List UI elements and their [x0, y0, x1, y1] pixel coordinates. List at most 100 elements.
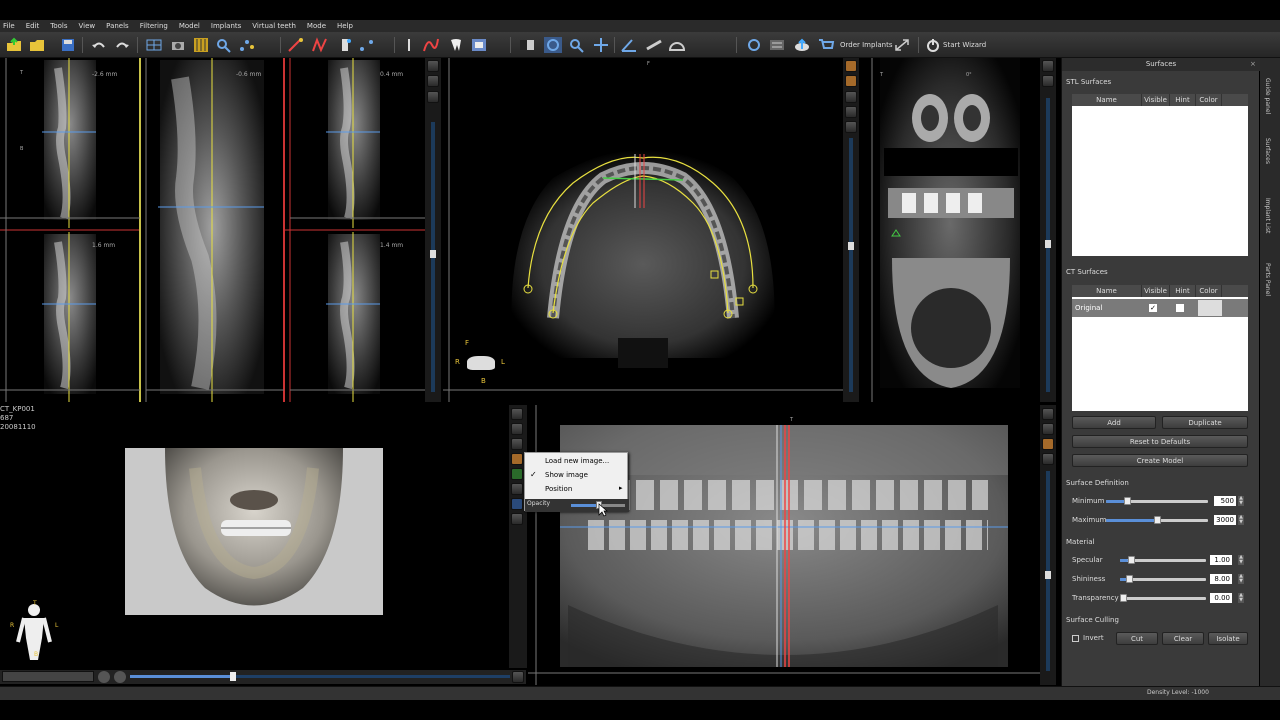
shininess-input[interactable]: 8.00 — [1210, 574, 1232, 584]
tooth-icon[interactable] — [447, 37, 465, 53]
create-model-button[interactable]: Create Model — [1072, 454, 1248, 467]
coronal-scrollbar[interactable] — [1045, 98, 1051, 392]
menu-help[interactable]: Help — [337, 22, 353, 30]
col-name[interactable]: Name — [1072, 285, 1142, 297]
col-visible[interactable]: Visible — [1142, 94, 1170, 106]
sidebar-layout-icon[interactable] — [511, 423, 523, 435]
col-color[interactable]: Color — [1196, 285, 1222, 297]
3d-settings-icon[interactable] — [512, 671, 524, 683]
sidebar-tooth-icon[interactable] — [511, 438, 523, 450]
coronal-viewport[interactable]: T 0° — [862, 58, 1040, 402]
view-settings-icon[interactable] — [845, 60, 857, 72]
col-color[interactable]: Color — [1196, 94, 1222, 106]
nerve-icon[interactable] — [311, 37, 329, 53]
stl-table-body[interactable] — [1072, 106, 1248, 256]
slice-scroll-knob[interactable] — [430, 250, 436, 258]
head-orientation-icon[interactable] — [467, 356, 495, 370]
tab-guide-panel[interactable]: Guide panel — [1264, 78, 1271, 114]
clip-slider-knob[interactable] — [230, 672, 236, 681]
transparency-slider-knob[interactable] — [1120, 594, 1127, 602]
rotate-icon[interactable] — [544, 37, 562, 53]
invert-checkbox[interactable] — [1072, 635, 1079, 642]
start-wizard-button[interactable]: Start Wizard — [943, 41, 986, 49]
menu-implants[interactable]: Implants — [211, 22, 241, 30]
view-layer-icon[interactable] — [427, 91, 439, 103]
curve-red-icon[interactable] — [422, 37, 440, 53]
slice-scrollbar[interactable] — [430, 122, 436, 392]
render-mode-dropdown[interactable] — [2, 671, 94, 682]
menu-edit[interactable]: Edit — [26, 22, 40, 30]
maximum-spinner[interactable]: ▲ ▼ — [1238, 515, 1244, 525]
menu-item-load-image[interactable]: Load new image... — [545, 457, 609, 465]
reset-defaults-button[interactable]: Reset to Defaults — [1072, 435, 1248, 448]
axial-viewport[interactable]: F F R L B — [443, 58, 843, 402]
axial-scroll-knob[interactable] — [848, 242, 854, 250]
menu-item-position[interactable]: Position — [545, 485, 572, 493]
table-row[interactable]: Original ✓ — [1072, 299, 1248, 317]
view-tooth-icon[interactable] — [845, 106, 857, 118]
tab-surfaces[interactable]: Surfaces — [1264, 138, 1271, 164]
view-maximize-icon[interactable] — [427, 75, 439, 87]
angle-measure-icon[interactable] — [620, 37, 638, 53]
pan-scroll-knob[interactable] — [1045, 571, 1051, 579]
axial-scrollbar[interactable] — [848, 138, 854, 392]
zoom-view-icon[interactable] — [568, 37, 586, 53]
shininess-slider-knob[interactable] — [1126, 575, 1133, 583]
sidebar-surface-icon[interactable] — [511, 498, 523, 510]
order-implants-button[interactable]: Order Implants — [840, 41, 893, 49]
tab-implant-list[interactable]: Implant List — [1264, 198, 1271, 233]
cut-button[interactable]: Cut — [1116, 632, 1158, 645]
isolate-button[interactable]: Isolate — [1208, 632, 1248, 645]
camera-icon[interactable] — [169, 37, 187, 53]
specular-slider-knob[interactable] — [1128, 556, 1135, 564]
cloud-upload-icon[interactable] — [793, 37, 811, 53]
measure-points-icon[interactable] — [358, 37, 376, 53]
refresh-icon[interactable] — [745, 37, 763, 53]
points-icon[interactable] — [238, 37, 256, 53]
minimum-spinner[interactable]: ▲ ▼ — [1238, 496, 1244, 506]
3d-viewport[interactable]: CT_KP001 687 20081110 T R L B — [0, 405, 508, 668]
color-swatch[interactable] — [1198, 300, 1222, 316]
menu-virtual-teeth[interactable]: Virtual teeth — [252, 22, 296, 30]
coronal-scroll-knob[interactable] — [1045, 240, 1051, 248]
cart-icon[interactable] — [817, 37, 835, 53]
view-layer-icon[interactable] — [845, 91, 857, 103]
view-settings-icon[interactable] — [427, 60, 439, 72]
ruler-grid-icon[interactable] — [192, 37, 210, 53]
expand-icon[interactable] — [893, 37, 911, 53]
tab-parts-panel[interactable]: Parts Panel — [1264, 263, 1271, 296]
maximum-slider-knob[interactable] — [1154, 516, 1161, 524]
specular-input[interactable]: 1.00 — [1210, 555, 1232, 565]
menu-file[interactable]: File — [3, 22, 15, 30]
sidebar-photo-icon[interactable] — [511, 453, 523, 465]
maximum-input[interactable]: 3000 — [1214, 515, 1236, 525]
view-maximize-icon[interactable] — [845, 75, 857, 87]
minimum-slider-knob[interactable] — [1124, 497, 1131, 505]
panoramic-viewport[interactable]: T — [528, 405, 1040, 685]
protractor-icon[interactable] — [668, 37, 686, 53]
menu-tools[interactable]: Tools — [50, 22, 67, 30]
sidebar-layer-icon[interactable] — [511, 483, 523, 495]
redo-icon[interactable] — [113, 37, 131, 53]
col-visible[interactable]: Visible — [1142, 285, 1170, 297]
close-panel-icon[interactable]: × — [1250, 60, 1256, 68]
hint-checkbox[interactable] — [1176, 304, 1184, 312]
visible-checkbox[interactable]: ✓ — [1149, 304, 1157, 312]
power-icon[interactable] — [924, 37, 942, 53]
rotate-view-icon[interactable] — [98, 671, 110, 683]
pin-icon[interactable] — [400, 37, 418, 53]
duplicate-button[interactable]: Duplicate — [1162, 416, 1248, 429]
layout-grid-icon[interactable] — [145, 37, 163, 53]
minimum-input[interactable]: 500 — [1214, 496, 1236, 506]
menu-panels[interactable]: Panels — [106, 22, 129, 30]
pan-icon[interactable] — [592, 37, 610, 53]
sliders-icon[interactable] — [768, 37, 786, 53]
pan-color-icon[interactable] — [1042, 438, 1054, 450]
cross-section-viewport[interactable]: -2.6 mm -0.6 mm 0.4 mm 1.6 mm 1.4 mm T B — [0, 58, 440, 402]
menu-mode[interactable]: Mode — [307, 22, 326, 30]
contrast-icon[interactable] — [518, 37, 536, 53]
pan-maximize-icon[interactable] — [1042, 423, 1054, 435]
menu-view[interactable]: View — [79, 22, 96, 30]
menu-item-show-image[interactable]: Show image — [545, 471, 588, 479]
distance-measure-icon[interactable] — [645, 37, 663, 53]
